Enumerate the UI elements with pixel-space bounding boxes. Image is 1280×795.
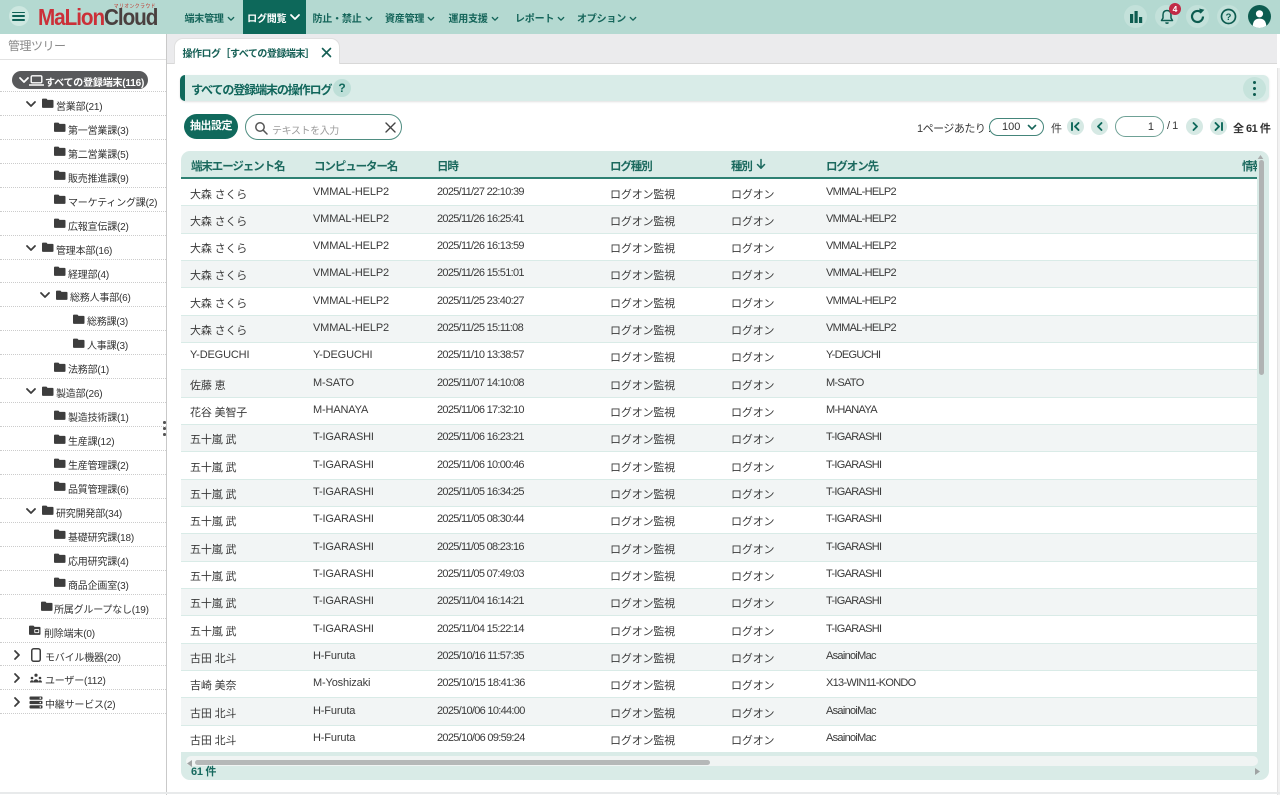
- svg-text:?: ?: [1226, 12, 1232, 23]
